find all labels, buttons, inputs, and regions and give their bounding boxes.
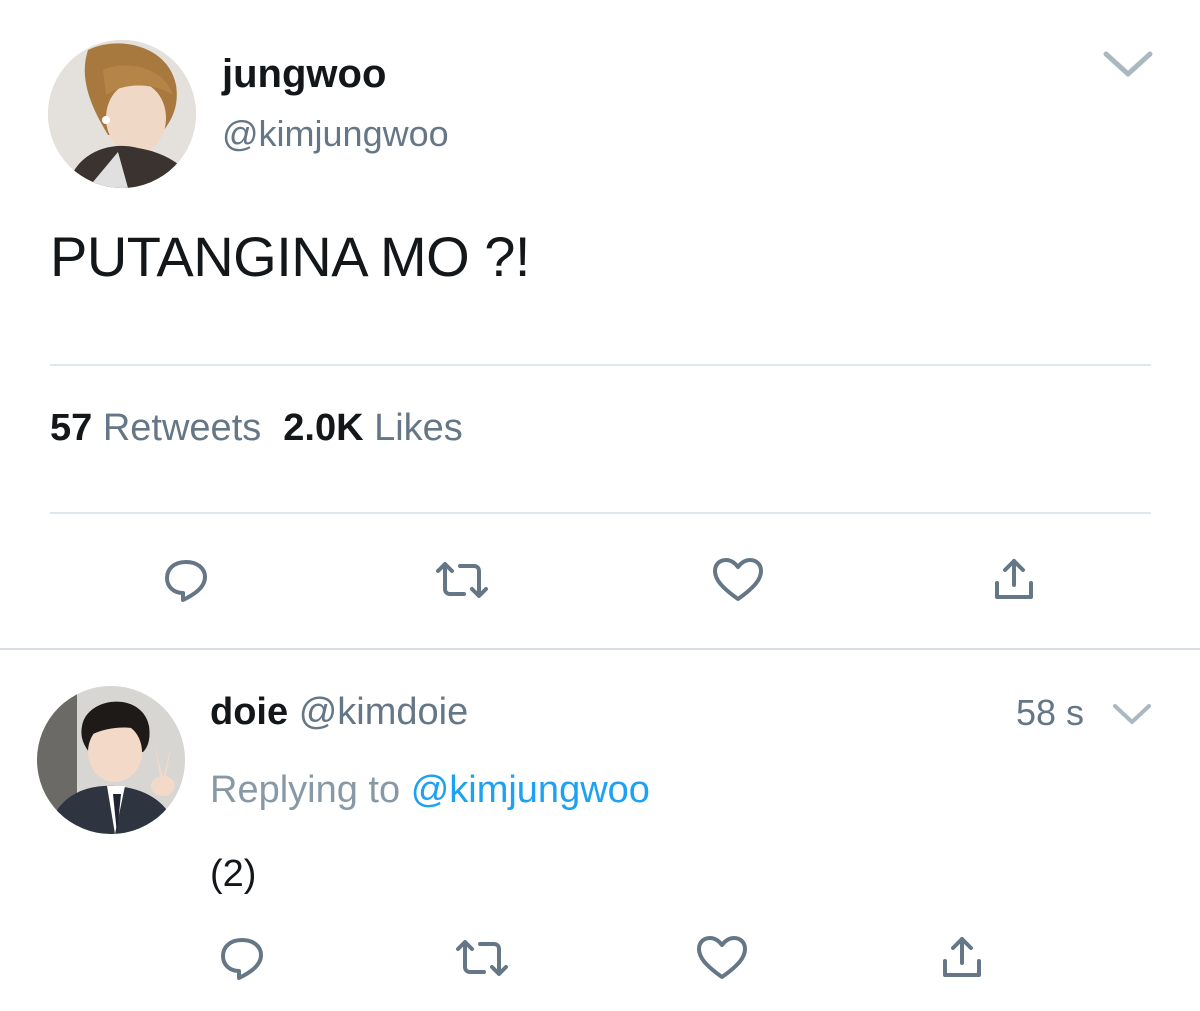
retweet-icon[interactable] (452, 928, 512, 988)
author-avatar[interactable] (48, 40, 196, 188)
avatar-photo (48, 40, 196, 188)
likes-stat[interactable]: 2.0K Likes (283, 407, 463, 449)
reply-author-handle[interactable]: @kimdoie (299, 691, 469, 733)
tweet-text: PUTANGINA MO ?! (50, 225, 530, 288)
like-icon[interactable] (708, 550, 768, 610)
reply-icon[interactable] (212, 928, 272, 988)
reply-header: doie @kimdoie (210, 688, 468, 736)
avatar-photo (37, 686, 185, 834)
like-count: 2.0K (283, 407, 364, 449)
retweets-stat[interactable]: 57 Retweets (50, 407, 261, 449)
reply-author-avatar[interactable] (37, 686, 185, 834)
chevron-down-icon[interactable] (1100, 46, 1156, 82)
like-label: Likes (374, 407, 463, 449)
chevron-down-icon[interactable] (1110, 700, 1154, 730)
reply-timestamp: 58 s (1016, 692, 1085, 733)
divider (50, 512, 1151, 514)
divider (50, 364, 1151, 366)
author-handle[interactable]: @kimjungwoo (222, 112, 449, 156)
replying-to-label: Replying to (210, 769, 401, 811)
reply-author-name[interactable]: doie (210, 691, 288, 733)
section-divider (0, 648, 1200, 650)
retweet-count: 57 (50, 407, 93, 449)
reply-icon[interactable] (156, 550, 216, 610)
reply-text: (2) (210, 853, 257, 895)
like-icon[interactable] (692, 928, 752, 988)
replying-to: Replying to @kimjungwoo (210, 766, 650, 814)
mention-link[interactable]: @kimjungwoo (411, 769, 650, 811)
author-name[interactable]: jungwoo (222, 50, 386, 98)
tweet-detail-page: jungwoo @kimjungwoo PUTANGINA MO ?! 57 R… (0, 0, 1200, 1011)
retweet-icon[interactable] (432, 550, 492, 610)
retweet-label: Retweets (102, 407, 262, 449)
share-icon[interactable] (932, 928, 992, 988)
tweet-stats: 57 Retweets 2.0K Likes (50, 404, 463, 452)
share-icon[interactable] (984, 550, 1044, 610)
